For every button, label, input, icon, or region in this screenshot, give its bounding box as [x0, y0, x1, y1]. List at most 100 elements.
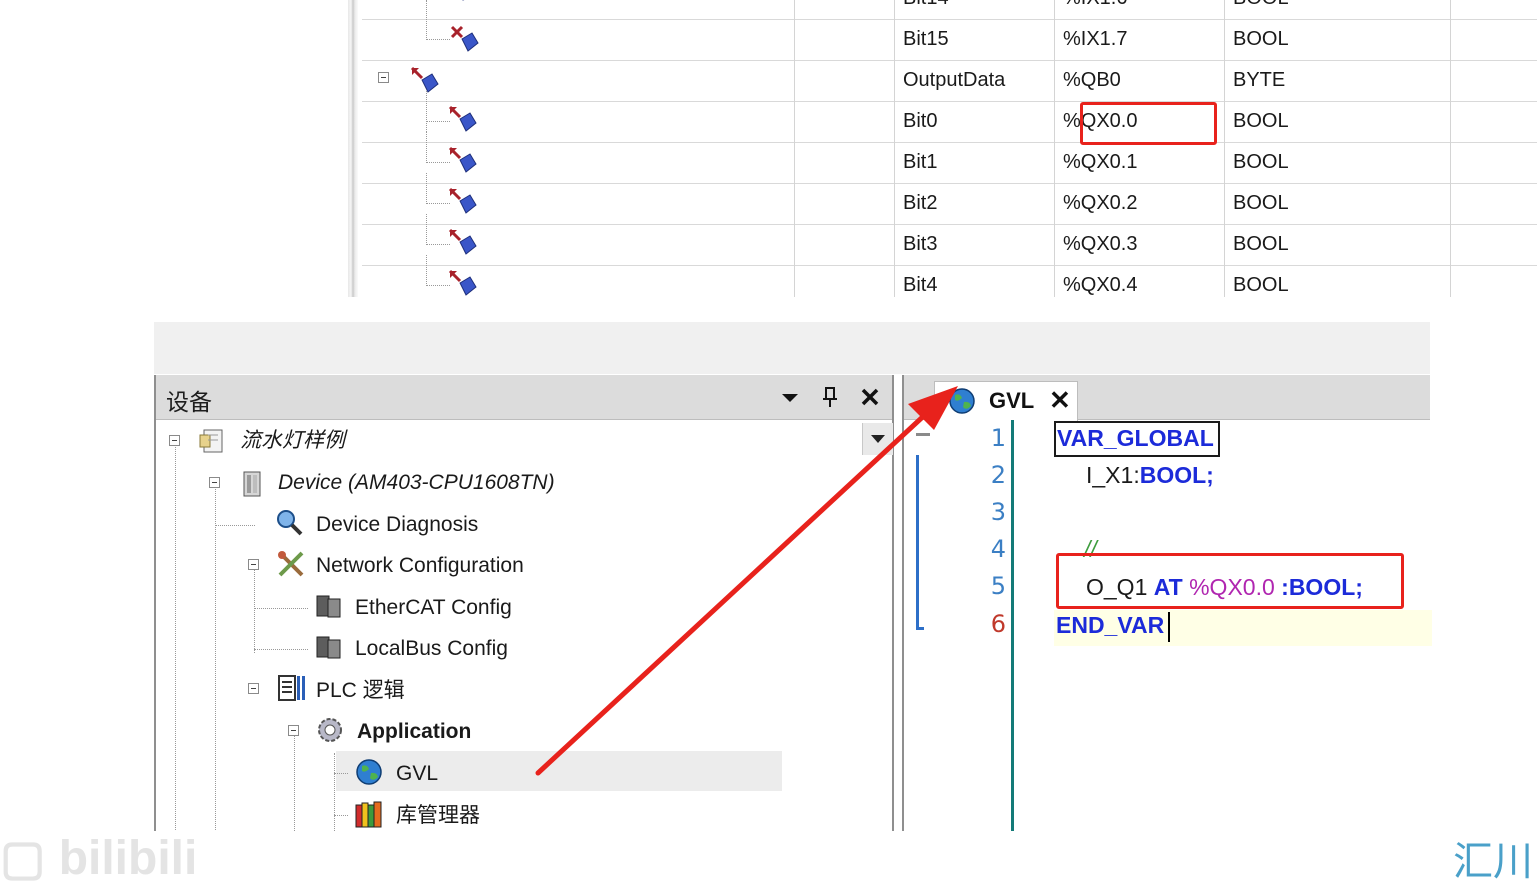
plc-logic-icon — [278, 675, 305, 701]
table-row[interactable]: Bit0 %QX0.0 BOOL — [362, 91, 1537, 143]
line-number: 2 — [990, 461, 1006, 489]
devices-panel: 设备 流水灯样例 Device (AM403-CPU1608TN) Device… — [154, 375, 894, 831]
project-icon — [199, 429, 223, 453]
tree-cell — [362, 0, 794, 60]
output-channel-icon — [410, 66, 439, 93]
line-number: 1 — [990, 424, 1006, 452]
table-row[interactable]: Bit2 %QX0.2 BOOL — [362, 173, 1537, 225]
tree-connector — [215, 525, 255, 526]
code-editor[interactable]: GVL ✕ 1 2 3 4 5 6 VAR_GLOBAL I_X1:BOOL; … — [902, 375, 1432, 831]
blank-cell — [1450, 101, 1537, 142]
ethercat-module-icon — [316, 595, 341, 618]
tree-node-label: PLC 逻辑 — [316, 679, 405, 702]
type-cell: BOOL — [1224, 101, 1450, 142]
tree-node-label: Application — [357, 720, 472, 743]
address-cell: %QX0.3 — [1054, 224, 1224, 265]
tree-node-label: Network Configuration — [316, 554, 524, 577]
tree-cell — [362, 255, 794, 297]
splitter[interactable] — [348, 0, 358, 297]
collapse-toggle[interactable] — [288, 725, 299, 736]
tree-node-label: GVL — [396, 762, 439, 785]
corner-text: 汇川 — [1453, 840, 1533, 884]
pin-icon[interactable] — [816, 383, 844, 411]
variable-cell: Bit4 — [894, 265, 1054, 297]
tree-connector — [334, 815, 348, 816]
tree-connector — [215, 487, 216, 830]
fold-region-line — [916, 455, 924, 630]
localbus-module-icon — [316, 636, 341, 659]
tree-connector — [254, 568, 255, 653]
gear-icon — [318, 718, 342, 742]
code-keyword: END_VAR — [1056, 612, 1165, 638]
blank-cell — [794, 19, 894, 60]
blank-cell — [794, 101, 894, 142]
tree-node-label: Device Diagnosis — [316, 513, 479, 536]
address-cell: %QX0.1 — [1054, 142, 1224, 183]
output-channel-icon — [462, 0, 465, 1]
panel-title: 设备 — [166, 389, 212, 415]
output-channel-icon — [448, 146, 477, 173]
blank-cell — [1450, 224, 1537, 265]
variable-cell: Bit3 — [894, 224, 1054, 265]
tree-connector — [426, 173, 427, 204]
variable-cell: Bit1 — [894, 142, 1054, 183]
line-number: 3 — [990, 498, 1006, 526]
type-cell: BOOL — [1224, 183, 1450, 224]
table-row[interactable]: Bit3 %QX0.3 BOOL — [362, 214, 1537, 266]
declaration-highlight-box — [1056, 553, 1404, 609]
collapse-toggle[interactable] — [378, 72, 389, 83]
table-row[interactable]: Bit14 %IX1.6 BOOL — [362, 0, 1537, 20]
output-channel-icon — [448, 269, 477, 296]
blank-cell — [794, 183, 894, 224]
fold-toggle[interactable] — [916, 433, 930, 436]
blank-cell — [1450, 265, 1537, 297]
tree-connector — [426, 244, 450, 245]
address-cell: %QX0.4 — [1054, 265, 1224, 297]
tree-connector — [294, 733, 295, 831]
collapse-toggle[interactable] — [209, 477, 220, 488]
tree-connector — [334, 753, 335, 831]
collapse-toggle[interactable] — [248, 559, 259, 570]
code-type: BOOL — [1139, 462, 1207, 488]
tree-connector — [426, 121, 450, 122]
tab-gvl[interactable]: GVL ✕ — [934, 381, 1078, 421]
tree-connector — [175, 445, 176, 830]
collapse-toggle[interactable] — [169, 435, 180, 446]
close-icon[interactable] — [856, 383, 884, 411]
table-row[interactable]: Bit1 %QX0.1 BOOL — [362, 132, 1537, 184]
address-cell: %QX0.2 — [1054, 183, 1224, 224]
output-channel-icon — [448, 105, 477, 132]
tree-connector — [334, 773, 348, 774]
address-cell: %QB0 — [1054, 60, 1224, 101]
type-cell: BOOL — [1224, 0, 1450, 19]
code-punct: ; — [1206, 462, 1214, 488]
blank-cell — [794, 142, 894, 183]
variable-cell: OutputData — [894, 60, 1054, 101]
collapse-toggle[interactable] — [248, 683, 259, 694]
line-number: 6 — [990, 610, 1006, 638]
table-row[interactable]: OutputData %QB0 BYTE — [362, 60, 1537, 102]
code-keyword: VAR_GLOBAL — [1057, 425, 1214, 451]
dropdown-icon[interactable] — [776, 383, 804, 411]
address-cell: %IX1.7 — [1054, 19, 1224, 60]
line-number: 4 — [990, 535, 1006, 563]
tree-connector — [426, 91, 427, 132]
tree-connector — [426, 285, 450, 286]
type-cell: BOOL — [1224, 224, 1450, 265]
toolbar-area — [154, 322, 1430, 374]
tree-node-label: EtherCAT Config — [355, 596, 512, 619]
input-channel-icon — [450, 25, 479, 52]
blank-cell — [1450, 142, 1537, 183]
table-row[interactable]: Bit15 %IX1.7 BOOL — [362, 0, 1537, 61]
blank-cell — [794, 265, 894, 297]
code-identifier: I_X1: — [1086, 462, 1140, 488]
variable-cell: Bit0 — [894, 101, 1054, 142]
table-row[interactable]: Bit4 %QX0.4 BOOL — [362, 255, 1537, 297]
tree-connector — [426, 0, 427, 40]
blank-cell — [1450, 0, 1537, 19]
tree-connector — [426, 214, 427, 245]
globe-icon — [356, 759, 382, 785]
tab-close-icon[interactable]: ✕ — [1049, 385, 1071, 416]
tree-dropdown-button[interactable] — [862, 423, 893, 455]
text-caret — [1168, 612, 1170, 642]
